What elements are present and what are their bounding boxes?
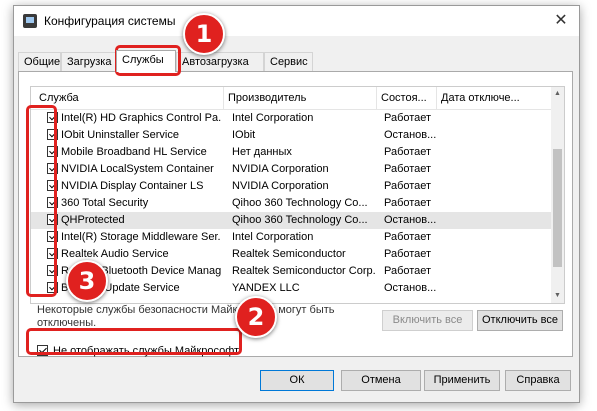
cancel-button[interactable]: Отмена bbox=[341, 370, 421, 391]
service-status: Работает bbox=[384, 112, 432, 124]
service-manufacturer: YANDEX LLC bbox=[232, 282, 300, 294]
service-status: Работает bbox=[384, 180, 432, 192]
help-button[interactable]: Справка bbox=[505, 370, 571, 391]
title-bar: Конфигурация системы ✕ bbox=[14, 6, 579, 36]
step-2-badge: 2 bbox=[235, 296, 277, 338]
service-manufacturer: Realtek Semiconductor Corp. bbox=[232, 265, 376, 277]
tab-tools[interactable]: Сервис bbox=[264, 52, 313, 71]
service-manufacturer: Realtek Semiconductor bbox=[232, 248, 346, 260]
service-status: Работает bbox=[384, 197, 432, 209]
service-status: Останов... bbox=[384, 129, 437, 141]
service-manufacturer: Intel Corporation bbox=[232, 112, 314, 124]
tab-services[interactable]: Службы bbox=[116, 50, 176, 72]
tab-startup[interactable]: Автозагрузка bbox=[176, 52, 264, 71]
service-name: Intel(R) HD Graphics Control Pa... bbox=[61, 112, 221, 124]
column-disable-date[interactable]: Дата отключе... bbox=[437, 87, 551, 109]
service-manufacturer: IObit bbox=[232, 129, 256, 141]
service-row[interactable]: Realtek Audio Service Realtek Semiconduct… bbox=[31, 246, 551, 263]
services-list: Служба Производитель Состоя... Дата откл… bbox=[30, 86, 565, 304]
security-note: Некоторые службы безопасности Майкрософт… bbox=[37, 304, 335, 329]
tab-general[interactable]: Общие bbox=[18, 52, 61, 71]
close-icon[interactable]: ✕ bbox=[549, 9, 573, 33]
service-name: Intel(R) Storage Middleware Ser... bbox=[61, 231, 221, 243]
scroll-up-icon[interactable]: ▲ bbox=[551, 87, 564, 101]
msconfig-app-icon bbox=[23, 14, 37, 28]
service-manufacturer: Intel Corporation bbox=[232, 231, 314, 243]
service-status: Останов... bbox=[384, 214, 437, 226]
apply-button[interactable]: Применить bbox=[424, 370, 500, 391]
service-name: NVIDIA LocalSystem Container bbox=[61, 163, 214, 175]
column-service[interactable]: Служба bbox=[31, 87, 224, 109]
service-status: Останов... bbox=[384, 282, 437, 294]
service-row[interactable]: NVIDIA LocalSystem Container NVIDIA Corpo… bbox=[31, 161, 551, 178]
service-name: IObit Uninstaller Service bbox=[61, 129, 179, 141]
service-row[interactable]: 360 Total Security Qihoo 360 Technology C… bbox=[31, 195, 551, 212]
scroll-down-icon[interactable]: ▼ bbox=[551, 289, 564, 303]
service-row[interactable]: Mobile Broadband HL Service Нет данных Раб… bbox=[31, 144, 551, 161]
service-status: Работает bbox=[384, 163, 432, 175]
service-row[interactable]: Realtek Bluetooth Device Manag... Realtek… bbox=[31, 263, 551, 280]
service-status: Работает bbox=[384, 146, 432, 158]
service-status: Работает bbox=[384, 231, 432, 243]
service-name: NVIDIA Display Container LS bbox=[61, 180, 204, 192]
service-manufacturer: NVIDIA Corporation bbox=[232, 180, 329, 192]
service-manufacturer: Нет данных bbox=[232, 146, 292, 158]
list-header: Служба Производитель Состоя... Дата откл… bbox=[31, 87, 564, 110]
service-manufacturer: NVIDIA Corporation bbox=[232, 163, 329, 175]
hide-ms-highlight bbox=[26, 328, 242, 355]
window-title: Конфигурация системы bbox=[44, 14, 176, 28]
services-panel: Служба Производитель Состоя... Дата откл… bbox=[18, 71, 573, 357]
disable-all-button[interactable]: Отключить все bbox=[477, 310, 563, 331]
service-row[interactable]: NVIDIA Display Container LS NVIDIA Corpor… bbox=[31, 178, 551, 195]
column-manufacturer[interactable]: Производитель bbox=[224, 87, 377, 109]
checkboxes-highlight bbox=[26, 105, 57, 297]
step-3-badge: 3 bbox=[66, 260, 108, 302]
ok-button[interactable]: ОК bbox=[260, 370, 334, 391]
service-row[interactable]: QHProtected Qihoo 360 Technology Co... Ост… bbox=[31, 212, 551, 229]
service-name: QHProtected bbox=[61, 214, 125, 226]
tab-boot[interactable]: Загрузка bbox=[61, 52, 116, 71]
service-name: Mobile Broadband HL Service bbox=[61, 146, 207, 158]
service-status: Работает bbox=[384, 265, 432, 277]
step-1-badge: 1 bbox=[183, 13, 225, 55]
service-manufacturer: Qihoo 360 Technology Co... bbox=[232, 197, 368, 209]
service-row[interactable]: Intel(R) HD Graphics Control Pa... Intel … bbox=[31, 110, 551, 127]
service-status: Работает bbox=[384, 248, 432, 260]
enable-all-button[interactable]: Включить все bbox=[382, 310, 473, 331]
column-status[interactable]: Состоя... bbox=[377, 87, 437, 109]
service-row[interactable]: Intel(R) Storage Middleware Ser... Intel … bbox=[31, 229, 551, 246]
service-row[interactable]: IObit Uninstaller Service IObit Останов... bbox=[31, 127, 551, 144]
service-row[interactable]: Browser Update Service YANDEX LLC Останов.… bbox=[31, 280, 551, 297]
scroll-thumb[interactable] bbox=[553, 149, 562, 267]
service-manufacturer: Qihoo 360 Technology Co... bbox=[232, 214, 368, 226]
vertical-scrollbar[interactable]: ▲ ▼ bbox=[551, 87, 564, 303]
service-name: 360 Total Security bbox=[61, 197, 149, 209]
